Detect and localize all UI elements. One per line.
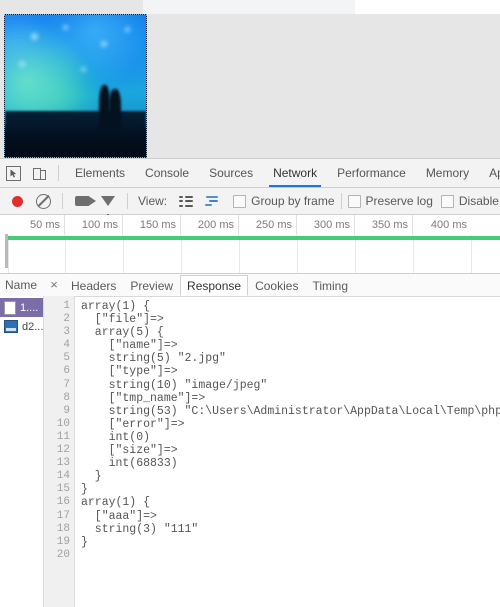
uploaded-image-preview (4, 14, 147, 158)
group-by-frame-label: Group by frame (251, 194, 335, 208)
tab-preview[interactable]: Preview (123, 275, 180, 296)
image-foreground (5, 111, 146, 157)
response-code: array(1) { ["file"]=> array(5) { ["name"… (81, 300, 500, 549)
timeline-tick: 50 ms (8, 215, 65, 235)
request-list: 1.... d2... (0, 296, 44, 607)
record-circle-icon[interactable] (4, 188, 30, 214)
timeline-tick: 150 ms (123, 215, 181, 235)
timeline-tick: 250 ms (239, 215, 297, 235)
disable-cache-checkbox[interactable]: Disable cache (440, 194, 500, 208)
toolbar-divider (58, 165, 59, 181)
tab-timing[interactable]: Timing (305, 275, 355, 296)
image-icon (4, 320, 18, 333)
overview-grid (0, 234, 500, 273)
list-item-label: d2... (22, 320, 43, 333)
timeline-tick: 100 ms (65, 215, 123, 235)
group-by-frame-checkbox[interactable]: Group by frame (233, 194, 335, 208)
toolbar-divider (340, 193, 342, 209)
network-toolbar: View: Group by frame Preserve log Disabl… (0, 188, 500, 218)
devtools-panel: Elements Console Sources Network Perform… (0, 158, 500, 607)
request-detail-pane: Name × Headers Preview Response Cookies … (0, 274, 500, 607)
timeline-tick: 350 ms (355, 215, 413, 235)
tab-elements[interactable]: Elements (65, 159, 135, 187)
toolbar-divider (62, 193, 63, 209)
image-bokeh-dot (81, 67, 86, 72)
timeline-tick: 400 ms (430, 219, 467, 231)
checkbox-box[interactable] (233, 194, 247, 208)
screenshot-camera-icon[interactable] (69, 188, 96, 214)
list-view-icon[interactable] (173, 188, 199, 214)
devtools-window: Elements Console Sources Network Perform… (0, 0, 500, 607)
close-icon[interactable]: × (44, 274, 64, 296)
detail-tab-list: Headers Preview Response Cookies Timing (64, 274, 355, 296)
tab-application[interactable]: Application (479, 159, 500, 187)
detail-body: 1.... d2... 1 2 3 4 5 6 7 8 9 10 11 12 1… (0, 296, 500, 607)
page-strip-left (0, 0, 143, 14)
page-content-region (0, 0, 500, 158)
page-strip-top (143, 0, 355, 14)
image-bokeh-dot (101, 41, 107, 47)
detail-header: Name × Headers Preview Response Cookies … (0, 274, 500, 297)
filter-funnel-icon[interactable] (95, 188, 121, 218)
devtools-tabbar: Elements Console Sources Network Perform… (0, 158, 500, 188)
preserve-log-checkbox[interactable]: Preserve log (347, 194, 433, 208)
clear-ban-icon[interactable] (30, 188, 56, 214)
line-number-gutter: 1 2 3 4 5 6 7 8 9 10 11 12 13 14 15 16 1… (44, 296, 75, 607)
tab-memory[interactable]: Memory (416, 159, 479, 187)
name-column-header: Name (5, 278, 38, 292)
timeline-ruler: 50 ms 100 ms 150 ms 200 ms 250 ms 300 ms… (0, 215, 500, 235)
disable-cache-label: Disable cache (458, 194, 500, 208)
list-item[interactable]: 1.... (0, 298, 43, 317)
inspect-cursor-icon[interactable] (0, 160, 26, 186)
checkbox-box[interactable] (440, 194, 454, 208)
image-bokeh-dot (19, 61, 25, 67)
view-label: View: (138, 194, 168, 208)
image-silhouette (109, 89, 121, 129)
image-bokeh-dot (63, 25, 68, 30)
tab-console[interactable]: Console (135, 159, 199, 187)
tab-sources[interactable]: Sources (199, 159, 263, 187)
checkbox-box[interactable] (347, 194, 361, 208)
image-bokeh-dot (125, 27, 130, 32)
timeline-tick: 300 ms (297, 215, 355, 235)
image-bokeh-dot (31, 33, 38, 40)
overview-selection-handle[interactable] (5, 234, 8, 268)
toolbar-divider (127, 193, 128, 209)
list-item[interactable]: d2... (0, 317, 43, 336)
tab-cookies[interactable]: Cookies (248, 275, 305, 296)
tab-performance[interactable]: Performance (327, 159, 416, 187)
page-strip-right (355, 0, 500, 14)
network-overview[interactable]: 50 ms 100 ms 150 ms 200 ms 250 ms 300 ms… (0, 215, 500, 274)
tab-headers[interactable]: Headers (64, 275, 123, 296)
timeline-tick: 200 ms (181, 215, 239, 235)
list-item-label: 1.... (20, 301, 39, 314)
overview-request-bar (8, 236, 500, 240)
response-body-viewer[interactable]: 1 2 3 4 5 6 7 8 9 10 11 12 13 14 15 16 1… (44, 296, 500, 607)
tab-network[interactable]: Network (263, 159, 327, 187)
document-icon (4, 300, 16, 315)
device-toolbar-icon[interactable] (26, 160, 52, 186)
preserve-log-label: Preserve log (365, 194, 433, 208)
tab-response[interactable]: Response (180, 275, 249, 296)
devtools-tab-list: Elements Console Sources Network Perform… (65, 159, 500, 187)
waterfall-view-icon[interactable] (199, 188, 225, 214)
